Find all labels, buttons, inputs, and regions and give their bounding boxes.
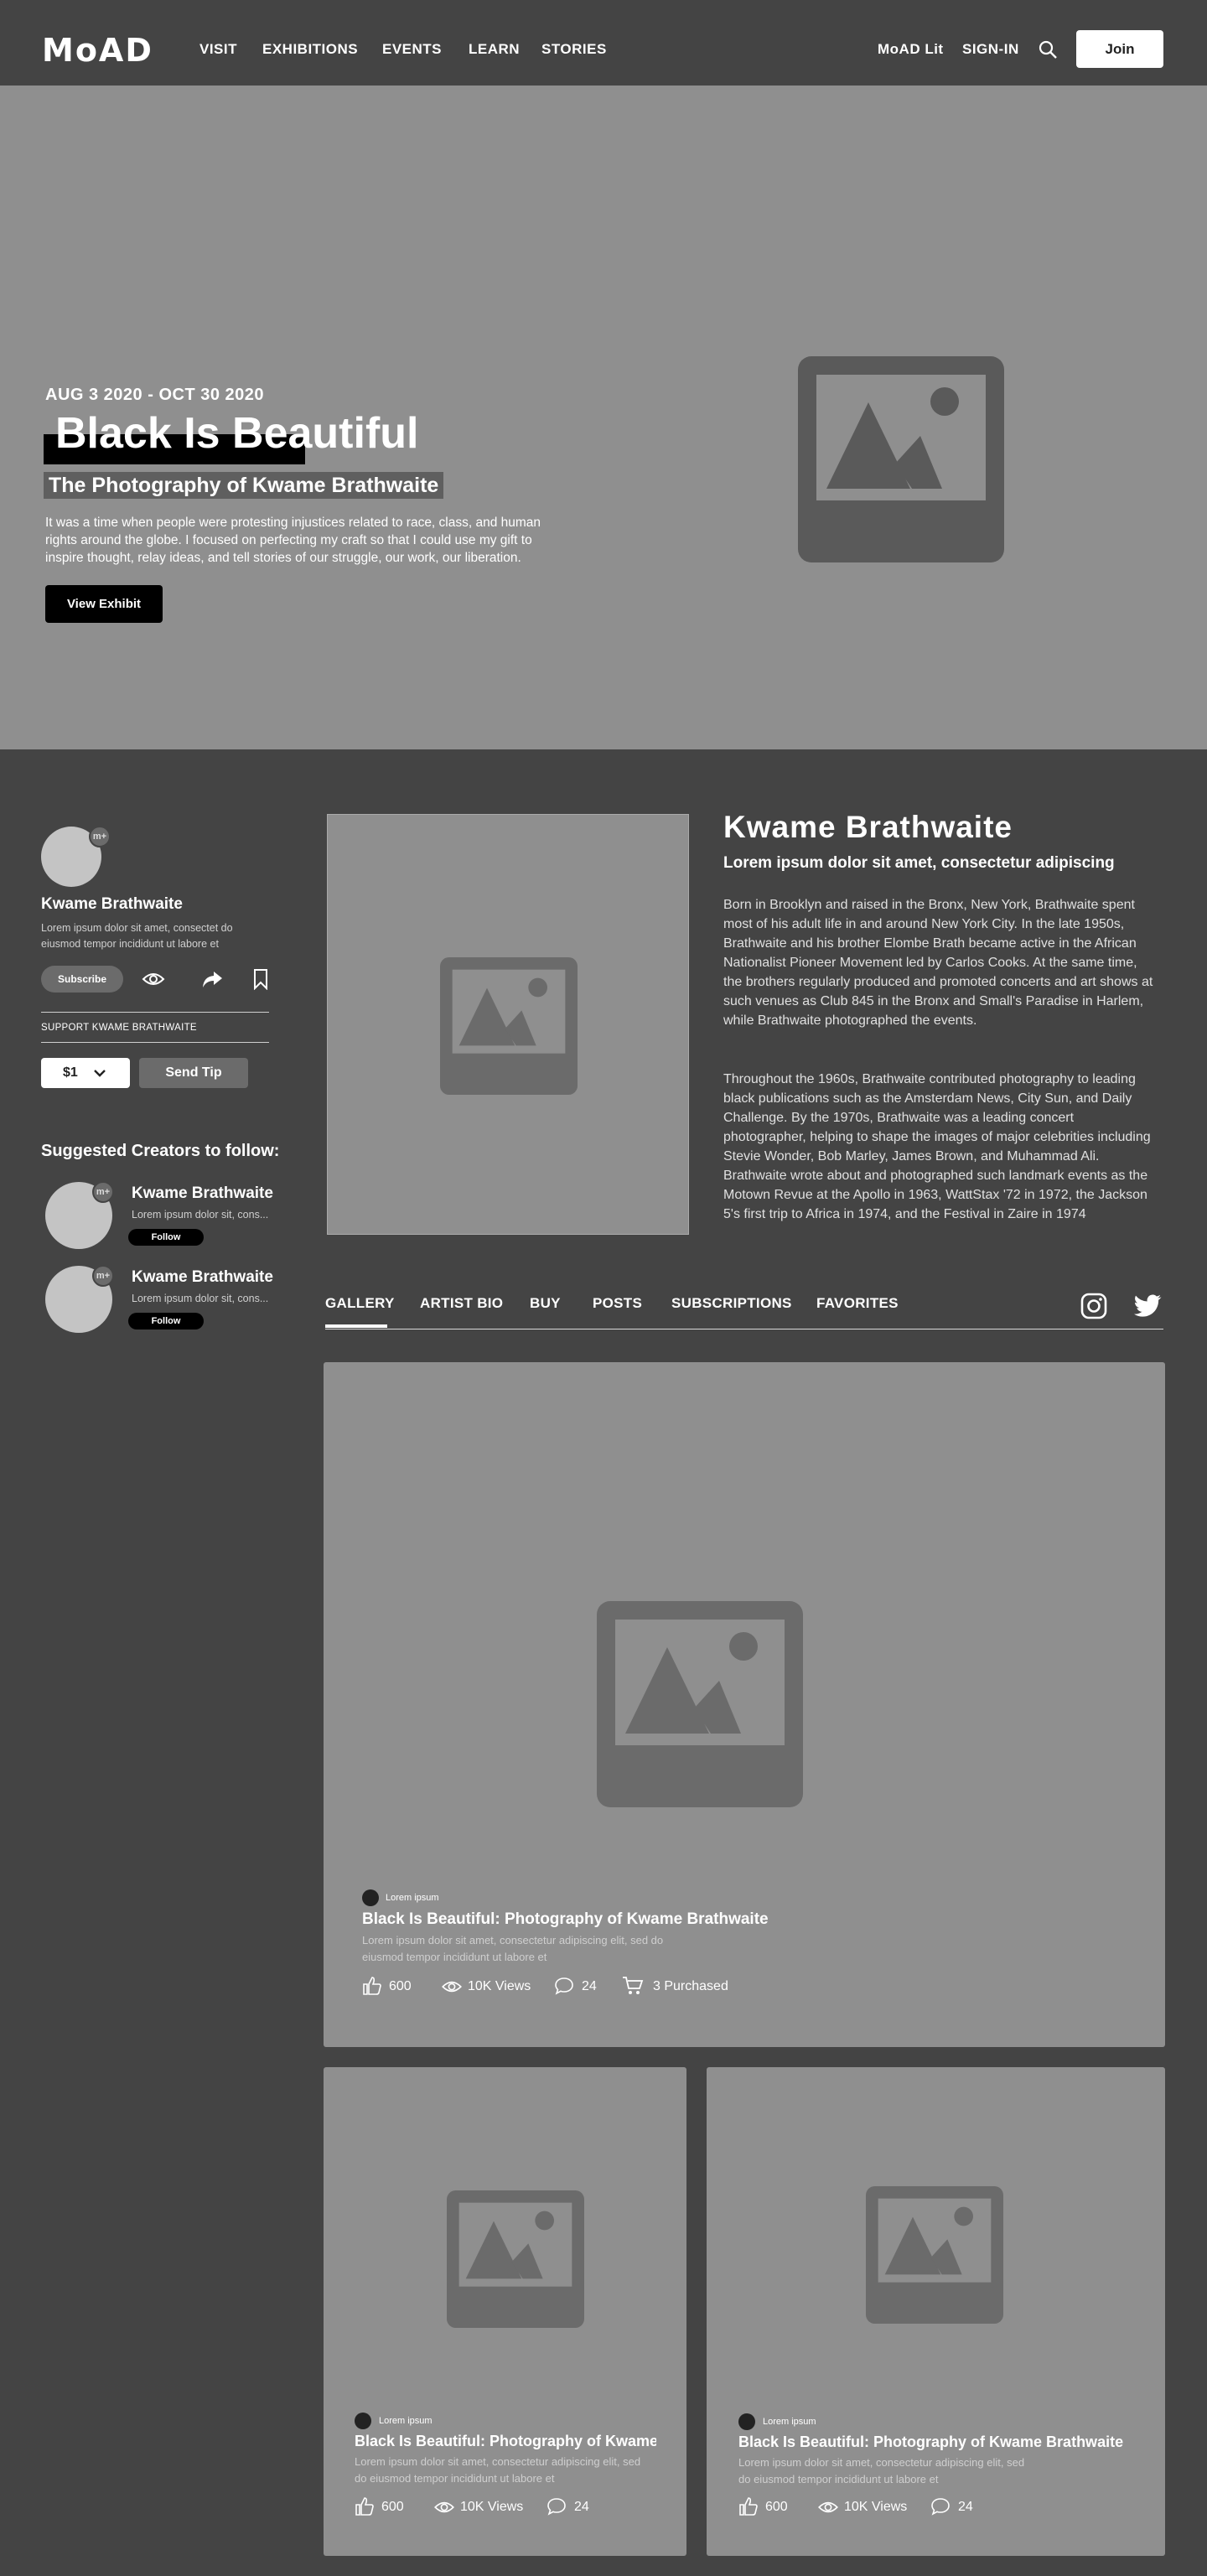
active-tab-indicator: [325, 1324, 387, 1328]
gallery-card[interactable]: Lorem ipsum Black Is Beautiful: Photogra…: [324, 2067, 686, 2556]
card-title[interactable]: Black Is Beautiful: Photography of Kwame…: [362, 1910, 1116, 1929]
tab-favorites[interactable]: FAVORITES: [816, 1295, 899, 1312]
view-exhibit-button[interactable]: View Exhibit: [45, 585, 163, 623]
follow-button[interactable]: Follow: [128, 1313, 204, 1329]
avatar[interactable]: [355, 2413, 371, 2429]
tip-amount-select[interactable]: $1: [41, 1058, 130, 1088]
subscribe-button[interactable]: Subscribe: [41, 966, 123, 993]
views-icon: [434, 2501, 454, 2513]
tab-buy[interactable]: BUY: [530, 1295, 561, 1312]
bio-paragraph: Born in Brooklyn and raised in the Bronx…: [723, 898, 1153, 1028]
profile-image: [327, 814, 689, 1235]
tab-gallery[interactable]: GALLERY: [325, 1295, 395, 1312]
cart-icon[interactable]: [622, 1976, 644, 1996]
nav-link-stories[interactable]: STORIES: [541, 41, 607, 58]
suggested-creator-desc: Lorem ipsum dolor sit, cons...: [132, 1209, 269, 1221]
nav-link-sign-in[interactable]: SIGN-IN: [962, 41, 1019, 58]
follow-button[interactable]: Follow: [128, 1229, 204, 1246]
divider: [41, 1042, 269, 1043]
like-icon[interactable]: [355, 2496, 375, 2516]
add-avatar-icon[interactable]: m+: [92, 1265, 114, 1287]
hero-description: It was a time when people were protestin…: [45, 516, 541, 565]
comments-count: 24: [574, 2500, 589, 2514]
eye-icon[interactable]: [142, 971, 165, 987]
comments-count: 24: [958, 2500, 973, 2514]
bio-paragraph: Throughout the 1960s, Brathwaite contrib…: [723, 1072, 1151, 1221]
suggested-creator-name[interactable]: Kwame Brathwaite: [132, 1184, 273, 1203]
artist-tagline: Lorem ipsum dolor sit amet, consectetur …: [723, 854, 1115, 872]
comment-icon[interactable]: [554, 1977, 574, 1995]
avatar[interactable]: [738, 2413, 755, 2430]
image-placeholder-icon: [597, 1601, 803, 1807]
card-title[interactable]: Black Is Beautiful: Photography of Kwame…: [738, 2433, 1149, 2451]
nav-link-visit[interactable]: VISIT: [199, 41, 237, 58]
card-description: Lorem ipsum dolor sit amet, consectetur …: [362, 1934, 664, 1963]
views-count: 10K Views: [460, 2500, 524, 2514]
card-author[interactable]: Lorem ipsum: [763, 2417, 816, 2427]
nav-link-learn[interactable]: LEARN: [469, 41, 520, 58]
add-avatar-icon[interactable]: m+: [89, 826, 111, 847]
instagram-icon[interactable]: [1080, 1293, 1107, 1319]
add-avatar-icon[interactable]: m+: [92, 1181, 114, 1203]
image-placeholder-icon: [798, 356, 1004, 562]
featured-gallery-card[interactable]: Lorem ipsum Black Is Beautiful: Photogra…: [324, 1362, 1165, 2047]
search-icon[interactable]: [1038, 39, 1058, 60]
likes-count: 600: [381, 2500, 404, 2514]
comments-count: 24: [582, 1979, 597, 1993]
artist-name: Kwame Brathwaite: [723, 810, 1013, 844]
nav-link-exhibitions[interactable]: EXHIBITIONS: [262, 41, 358, 58]
image-placeholder-icon: [440, 957, 578, 1095]
comment-icon[interactable]: [547, 2497, 567, 2516]
tab-artist-bio[interactable]: ARTIST BIO: [420, 1295, 503, 1312]
avatar[interactable]: [362, 1889, 379, 1906]
tab-subscriptions[interactable]: SUBSCRIPTIONS: [671, 1295, 792, 1312]
twitter-icon[interactable]: [1133, 1294, 1162, 1318]
hero-banner: AUG 3 2020 - OCT 30 2020 Black Is Beauti…: [0, 86, 1207, 749]
share-icon[interactable]: [201, 970, 223, 988]
logo[interactable]: MoAD: [42, 34, 153, 67]
suggested-creators-title: Suggested Creators to follow:: [41, 1142, 280, 1160]
views-icon: [442, 1981, 462, 1993]
purchased-count: 3 Purchased: [653, 1979, 728, 1993]
image-placeholder-icon: [447, 2190, 584, 2328]
tip-amount-value: $1: [63, 1065, 78, 1080]
views-icon: [818, 2501, 838, 2513]
nav-link-moad-lit[interactable]: MoAD Lit: [878, 41, 944, 58]
support-label: SUPPORT KWAME BRATHWAITE: [41, 1023, 197, 1033]
nav-link-events[interactable]: EVENTS: [382, 41, 442, 58]
bookmark-icon[interactable]: [253, 968, 268, 990]
card-description: Lorem ipsum dolor sit amet, consectetur …: [738, 2456, 1025, 2485]
join-button[interactable]: Join: [1076, 30, 1163, 68]
chevron-down-icon: [94, 1070, 106, 1077]
gallery-card[interactable]: Lorem ipsum Black Is Beautiful: Photogra…: [707, 2067, 1165, 2556]
card-author[interactable]: Lorem ipsum: [386, 1893, 439, 1903]
card-description: Lorem ipsum dolor sit amet, consectetur …: [355, 2455, 641, 2485]
likes-count: 600: [765, 2500, 788, 2514]
divider: [41, 1012, 269, 1013]
like-icon[interactable]: [362, 1976, 382, 1996]
send-tip-button[interactable]: Send Tip: [139, 1058, 248, 1088]
exhibit-dates: AUG 3 2020 - OCT 30 2020: [45, 386, 265, 404]
suggested-creator-name[interactable]: Kwame Brathwaite: [132, 1268, 273, 1287]
card-title[interactable]: Black Is Beautiful: Photography of Kwame…: [355, 2433, 656, 2450]
creator-description: Lorem ipsum dolor sit amet, consectet do…: [41, 922, 233, 950]
image-placeholder-icon: [866, 2186, 1003, 2324]
views-count: 10K Views: [844, 2500, 908, 2514]
views-count: 10K Views: [468, 1979, 531, 1993]
creator-name[interactable]: Kwame Brathwaite: [41, 895, 183, 914]
likes-count: 600: [389, 1979, 412, 1993]
comment-icon[interactable]: [930, 2497, 951, 2516]
suggested-creator-desc: Lorem ipsum dolor sit, cons...: [132, 1293, 269, 1304]
like-icon[interactable]: [738, 2496, 759, 2516]
card-author[interactable]: Lorem ipsum: [379, 2416, 433, 2426]
tab-posts[interactable]: POSTS: [593, 1295, 642, 1312]
hero-title: Black Is Beautiful: [55, 409, 419, 458]
hero-subtitle: The Photography of Kwame Brathwaite: [44, 472, 444, 499]
top-nav: MoAD VISIT EXHIBITIONS EVENTS LEARN STOR…: [0, 0, 1207, 86]
